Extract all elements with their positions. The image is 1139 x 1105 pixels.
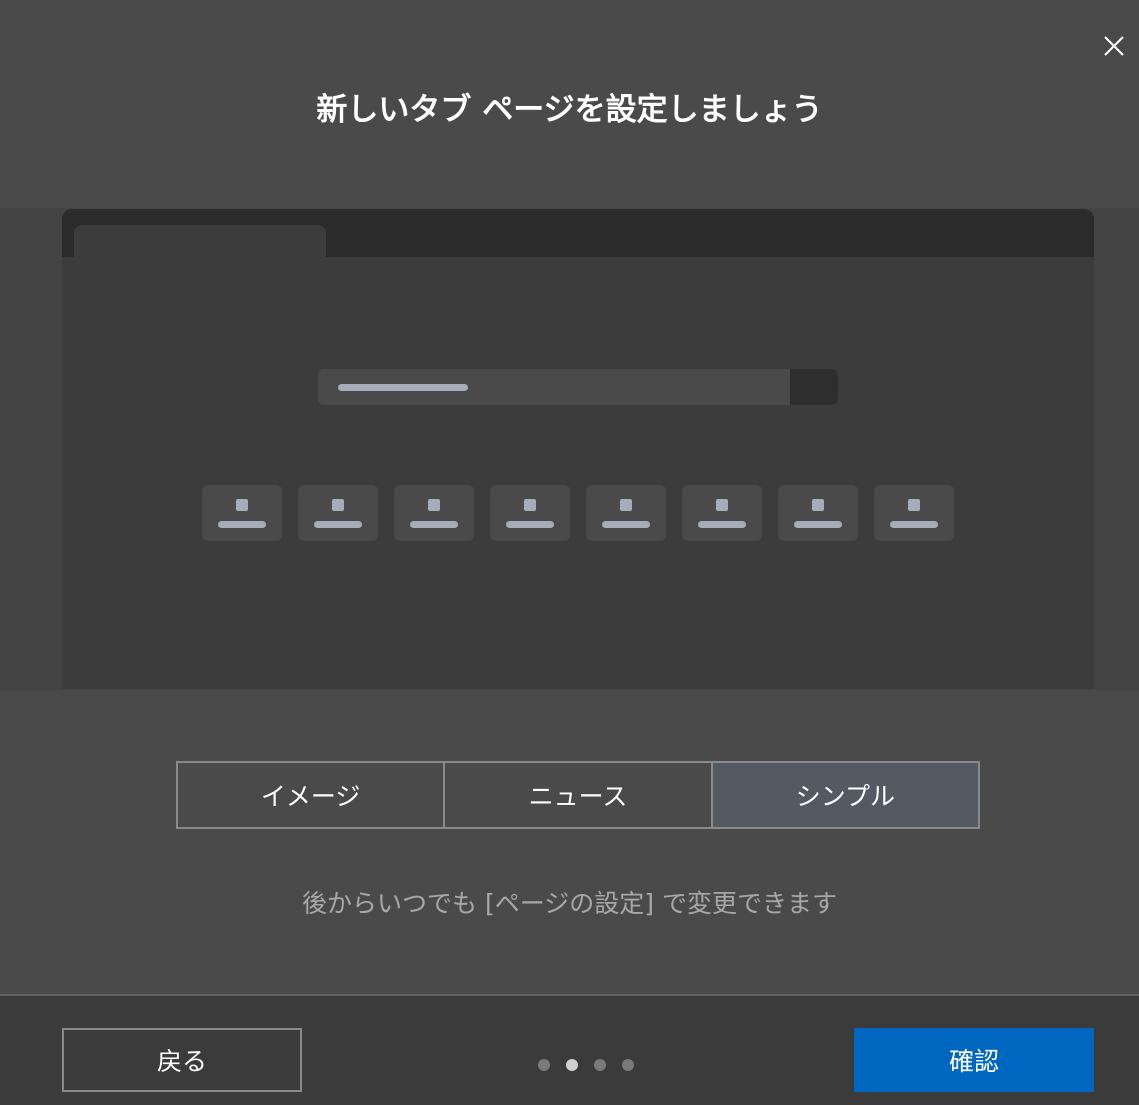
- preview-search-placeholder: [338, 384, 468, 391]
- step-indicator: [538, 1059, 634, 1071]
- preview-quick-link-tile: [298, 485, 378, 541]
- layout-option-simple[interactable]: シンプル: [710, 763, 978, 827]
- step-dot[interactable]: [538, 1059, 550, 1071]
- step-dot[interactable]: [594, 1059, 606, 1071]
- settings-hint: 後からいつでも [ページの設定] で変更できます: [302, 889, 837, 918]
- preview-quick-link-tile: [202, 485, 282, 541]
- tile-icon: [620, 499, 632, 511]
- close-icon[interactable]: [1098, 30, 1130, 62]
- tile-label-line: [218, 521, 266, 528]
- tile-icon: [524, 499, 536, 511]
- preview-quick-link-tile: [874, 485, 954, 541]
- tile-label-line: [314, 521, 362, 528]
- preview-quick-link-tile: [490, 485, 570, 541]
- tile-icon: [236, 499, 248, 511]
- layout-option-news[interactable]: ニュース: [443, 763, 711, 827]
- tile-icon: [428, 499, 440, 511]
- dialog-footer: 戻る 確認: [0, 994, 1139, 1105]
- preview-search-bar: [318, 369, 838, 405]
- preview-quick-link-tile: [586, 485, 666, 541]
- tile-label-line: [506, 521, 554, 528]
- preview-tabstrip: [62, 209, 1094, 257]
- tile-icon: [812, 499, 824, 511]
- tile-label-line: [794, 521, 842, 528]
- confirm-button[interactable]: 確認: [854, 1028, 1094, 1092]
- browser-preview: [62, 209, 1094, 689]
- step-dot[interactable]: [622, 1059, 634, 1071]
- tile-icon: [332, 499, 344, 511]
- new-tab-setup-dialog: 新しいタブ ページを設定しましょう イメージ ニュース シンプル 後からいつでも…: [0, 0, 1139, 1105]
- preview-quick-link-tile: [394, 485, 474, 541]
- preview-tab: [74, 225, 326, 257]
- tile-label-line: [890, 521, 938, 528]
- dialog-title: 新しいタブ ページを設定しましょう: [316, 92, 823, 128]
- layout-option-selector: イメージ ニュース シンプル: [176, 761, 980, 829]
- tile-label-line: [698, 521, 746, 528]
- step-dot-current[interactable]: [566, 1059, 578, 1071]
- preview-quick-link-tile: [682, 485, 762, 541]
- layout-option-image[interactable]: イメージ: [178, 763, 444, 827]
- tile-icon: [716, 499, 728, 511]
- tile-label-line: [410, 521, 458, 528]
- back-button[interactable]: 戻る: [62, 1028, 302, 1092]
- preview-search-button: [790, 369, 838, 405]
- tile-label-line: [602, 521, 650, 528]
- tile-icon: [908, 499, 920, 511]
- preview-quick-link-tile: [778, 485, 858, 541]
